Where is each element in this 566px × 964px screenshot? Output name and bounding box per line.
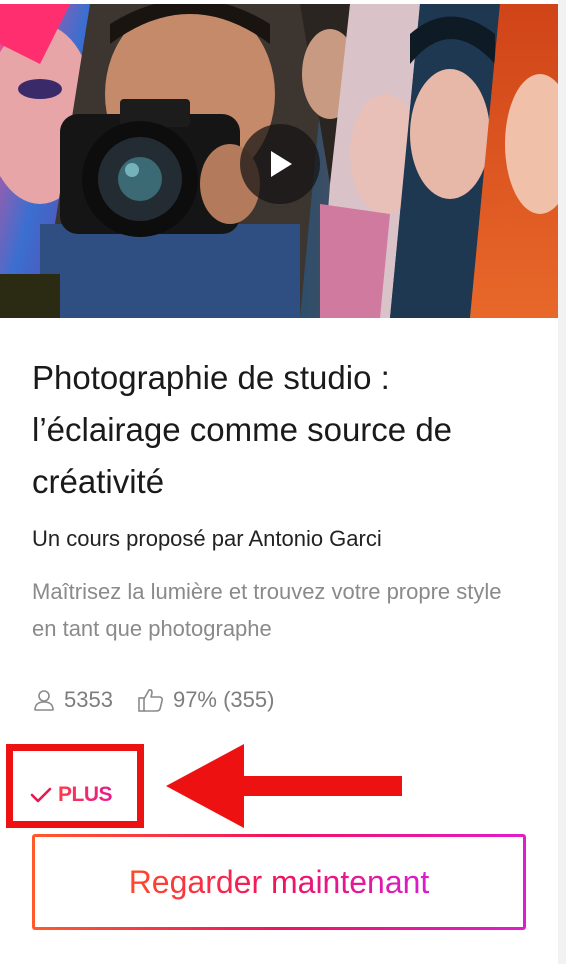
course-thumbnail[interactable] [0,4,558,318]
watch-now-button[interactable]: Regarder maintenant [32,834,526,930]
course-title[interactable]: Photographie de studio : l’éclairage com… [32,352,532,508]
students-count: 5353 [64,687,113,712]
play-button[interactable] [240,124,320,204]
course-stats: 5353 97% (355) [32,682,274,718]
watch-now-label: Regarder maintenant [128,863,430,900]
play-icon [271,151,292,177]
thumbs-up-icon [138,689,163,712]
user-icon [34,690,54,711]
rating-value: 97% (355) [172,687,275,712]
rating-stat: 97% (355) [137,687,275,713]
course-description: Maîtrisez la lumière et trouvez votre pr… [32,579,502,641]
course-author: Un cours proposé par Antonio Garci [32,526,382,551]
checkmark-icon [30,787,52,803]
arrow-left-icon [166,744,402,828]
students-stat: 5353 [32,687,113,713]
plus-badge-label: PLUS [58,783,113,806]
course-card: Photographie de studio : l’éclairage com… [0,0,558,964]
plus-badge: PLUS [30,780,113,810]
